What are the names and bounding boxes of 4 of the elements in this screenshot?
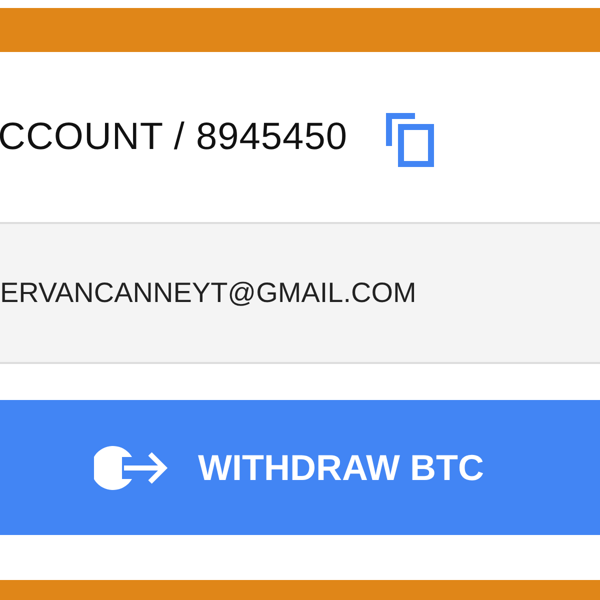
email-field: ERVANCANNEYT@GMAIL.COM <box>0 222 600 364</box>
copy-icon[interactable] <box>385 112 436 168</box>
withdraw-button[interactable]: WITHDRAW BTC <box>0 400 600 535</box>
account-number: CCOUNT / 8945450 <box>0 116 348 158</box>
